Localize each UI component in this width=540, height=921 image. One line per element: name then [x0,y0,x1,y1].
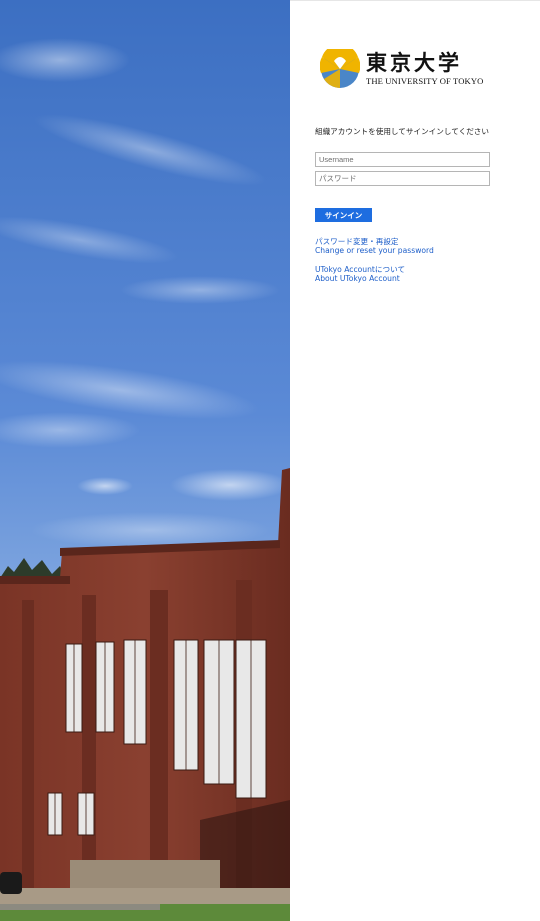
password-change-link-en[interactable]: Change or reset your password [315,246,434,255]
login-panel: 東京大学 THE UNIVERSITY OF TOKYO 組織アカウントを使用し… [290,0,540,921]
university-logo: 東京大学 THE UNIVERSITY OF TOKYO [320,47,484,91]
logo-english-name: THE UNIVERSITY OF TOKYO [366,76,484,87]
password-input[interactable] [315,171,490,186]
sign-in-button[interactable]: サインイン [315,208,372,222]
username-input[interactable] [315,152,490,167]
sign-in-prompt: 組織アカウントを使用してサインインしてください [315,127,489,136]
sign-in-page: 東京大学 THE UNIVERSITY OF TOKYO 組織アカウントを使用し… [0,0,540,921]
ginkgo-logo-icon [320,49,360,88]
logo-japanese-name: 東京大学 [366,50,462,76]
about-account-link-en[interactable]: About UTokyo Account [315,274,400,283]
campus-photo [0,0,290,921]
